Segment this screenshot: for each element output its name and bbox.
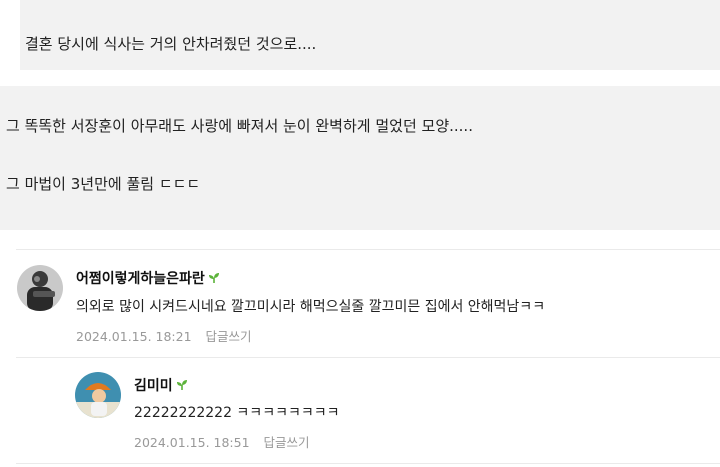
quote-text-line-2: 그 마법이 3년만에 풀림 ㄷㄷㄷ [6, 175, 201, 193]
quote-text-line-1: 그 똑똑한 서장훈이 아무래도 사랑에 빠져서 눈이 완벽하게 멀었던 모양..… [6, 117, 473, 135]
comment-date: 2024.01.15. 18:21 [76, 329, 192, 344]
comment-meta: 2024.01.15. 18:21 답글쓰기 [76, 326, 252, 345]
comment-date: 2024.01.15. 18:51 [134, 435, 250, 450]
comment-text: 22222222222 ㅋㅋㅋㅋㅋㅋㅋㅋ [134, 405, 340, 421]
comment-nickname[interactable]: 김미미 [134, 375, 188, 395]
quote-box-2: 그 똑똑한 서장훈이 아무래도 사랑에 빠져서 눈이 완벽하게 멀었던 모양..… [0, 86, 720, 230]
quote-box-1: 결혼 당시에 식사는 거의 안차려줬던 것으로.... [20, 0, 720, 70]
leaf-icon [176, 379, 188, 395]
divider [16, 357, 720, 358]
comment-meta: 2024.01.15. 18:51 답글쓰기 [134, 432, 310, 451]
comment-text: 의외로 많이 시켜드시네요 깔끄미시라 해먹으실줄 깔끄미믄 집에서 안해먹남ㅋ… [76, 299, 546, 315]
comment-nickname[interactable]: 어쩜이렇게하늘은파란 [76, 268, 220, 288]
leaf-icon [208, 272, 220, 288]
reply-button[interactable]: 답글쓰기 [206, 329, 252, 344]
divider [16, 463, 720, 464]
reply-button[interactable]: 답글쓰기 [264, 435, 310, 450]
quote-text: 결혼 당시에 식사는 거의 안차려줬던 것으로.... [25, 35, 317, 53]
divider [16, 249, 720, 250]
avatar[interactable] [75, 372, 121, 418]
avatar[interactable] [17, 265, 63, 311]
